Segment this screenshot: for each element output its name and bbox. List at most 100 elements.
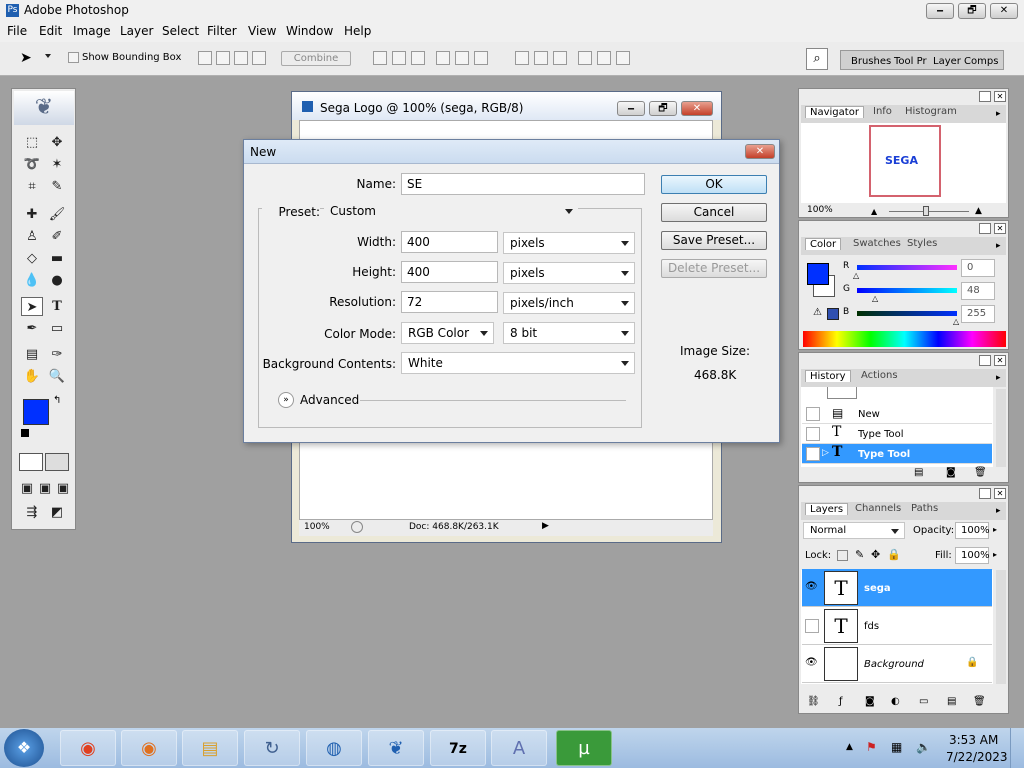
align-left-icon[interactable] [436,51,450,65]
width-unit-select[interactable]: pixels [503,232,635,254]
eye-icon[interactable]: 👁 [805,657,818,668]
tab-histogram[interactable]: Histogram [901,106,961,117]
panel-close-icon[interactable]: ✕ [994,91,1006,102]
distribute-left-icon[interactable] [578,51,592,65]
brush-tool-icon[interactable]: 🖌 [46,205,68,224]
delete-preset-button[interactable]: Delete Preset... [661,259,767,278]
distribute-top-icon[interactable] [515,51,529,65]
panel-menu-icon[interactable]: ▸ [996,109,1001,119]
panel-minimize-icon[interactable] [979,355,991,366]
tab-brushes[interactable]: Brushes [851,56,891,67]
gamut-color-swatch[interactable] [827,308,839,320]
explorer-taskbar-icon[interactable]: ▤ [182,730,238,766]
new-document-from-state-icon[interactable]: ▤ [914,467,923,478]
layer-name[interactable]: sega [864,583,891,594]
full-screen-menu-mode-icon[interactable]: ▣ [37,479,53,498]
tab-paths[interactable]: Paths [907,503,942,514]
menu-image[interactable]: Image [73,24,111,38]
delete-layer-icon[interactable]: 🗑 [973,696,986,707]
gradient-tool-icon[interactable]: ▬ [46,249,68,268]
tab-info[interactable]: Info [869,106,896,117]
show-bounding-box-checkbox[interactable] [68,52,79,63]
lock-all-icon[interactable]: 🔒 [887,548,901,561]
path-selection-tool-icon[interactable]: ➤ [21,297,43,316]
history-source-box[interactable] [806,407,820,421]
save-preset-button[interactable]: Save Preset... [661,231,767,250]
panel-close-icon[interactable]: ✕ [994,355,1006,366]
minimize-button[interactable]: 🗕 [926,3,954,19]
link-layers-icon[interactable]: ⛓ [807,696,820,707]
hand-tool-icon[interactable]: ✋ [21,367,43,386]
blend-mode-select[interactable]: Normal [803,522,905,539]
layer-name[interactable]: Background [864,659,924,670]
standard-mode-icon[interactable] [19,453,43,471]
eyedropper-tool-icon[interactable]: ✑ [46,345,68,364]
fill-arrow-icon[interactable]: ▸ [993,550,997,559]
lasso-tool-icon[interactable]: ➰ [21,155,43,174]
tab-history[interactable]: History [805,370,851,382]
history-source-box[interactable] [806,447,820,461]
tab-tool-presets[interactable]: Tool Pr [894,56,927,67]
slice-tool-icon[interactable]: ✎ [46,177,68,196]
menu-view[interactable]: View [248,24,276,38]
layer-style-icon[interactable]: ƒ [839,696,843,707]
create-snapshot-icon[interactable]: ◙ [946,467,956,478]
quick-mask-mode-icon[interactable] [45,453,69,471]
tab-layers[interactable]: Layers [805,503,849,515]
g-slider[interactable] [857,288,957,293]
r-slider[interactable] [857,265,957,270]
eraser-tool-icon[interactable]: ◇ [21,249,43,268]
eye-icon[interactable]: 👁 [805,581,818,592]
zoom-slider[interactable] [889,211,969,212]
g-field[interactable]: 48 [961,282,995,300]
align-bottom-icon[interactable] [411,51,425,65]
menu-file[interactable]: File [7,24,27,38]
bit-depth-select[interactable]: 8 bit [503,322,635,344]
clone-stamp-tool-icon[interactable]: ♙ [21,227,43,246]
g-slider-handle[interactable]: △ [872,294,878,303]
tab-layer-comps[interactable]: Layer Comps [933,56,998,67]
dialog-close-button[interactable]: ✕ [745,144,775,159]
menu-help[interactable]: Help [344,24,371,38]
layer-row-sega[interactable]: 👁 T sega [802,569,992,607]
height-field[interactable]: 400 [401,261,498,283]
network-icon[interactable]: ▦ [891,740,902,754]
photoshop-taskbar-icon[interactable]: ❦ [368,730,424,766]
ok-button[interactable]: OK [661,175,767,194]
move-tool-preset-icon[interactable]: ➤ [20,50,32,66]
width-field[interactable]: 400 [401,231,498,253]
layer-row-fds[interactable]: T fds [802,607,992,645]
b-field[interactable]: 255 [961,305,995,323]
panel-menu-icon[interactable]: ▸ [996,373,1001,383]
menu-edit[interactable]: Edit [39,24,62,38]
panel-minimize-icon[interactable] [979,91,991,102]
distribute-right-icon[interactable] [616,51,630,65]
shape-tool-icon[interactable]: ▭ [46,319,68,338]
visibility-box[interactable] [805,619,819,633]
start-button[interactable]: ❖ [4,729,44,767]
status-arrow-icon[interactable]: ▶ [542,521,549,531]
menu-window[interactable]: Window [286,24,333,38]
feather-logo-icon[interactable]: ❦ [14,91,74,125]
jump-to-imageready-icon[interactable]: ⇶ [21,503,43,522]
foreground-color-swatch[interactable] [23,399,49,425]
zoom-tool-icon[interactable]: 🔍 [46,367,68,386]
utorrent-taskbar-icon[interactable]: µ [556,730,612,766]
layer-mask-icon[interactable]: ◙ [865,696,875,707]
show-desktop-button[interactable] [1010,728,1024,768]
tab-channels[interactable]: Channels [851,503,905,514]
full-screen-mode-icon[interactable]: ▣ [55,479,71,498]
pen-tool-icon[interactable]: ✒ [21,319,43,338]
tab-styles[interactable]: Styles [903,238,941,249]
type-tool-icon[interactable]: T [46,297,68,316]
add-selection-icon[interactable] [216,51,230,65]
history-item-new[interactable]: ▤ New [802,404,992,424]
history-brush-tool-icon[interactable]: ✐ [46,227,68,246]
panel-close-icon[interactable]: ✕ [994,488,1006,499]
tab-color[interactable]: Color [805,238,842,250]
crop-tool-icon[interactable]: ⌗ [21,177,43,196]
resolution-unit-select[interactable]: pixels/inch [503,292,635,314]
healing-brush-tool-icon[interactable]: ✚ [21,205,43,224]
tab-swatches[interactable]: Swatches [849,238,905,249]
opacity-arrow-icon[interactable]: ▸ [993,525,997,534]
